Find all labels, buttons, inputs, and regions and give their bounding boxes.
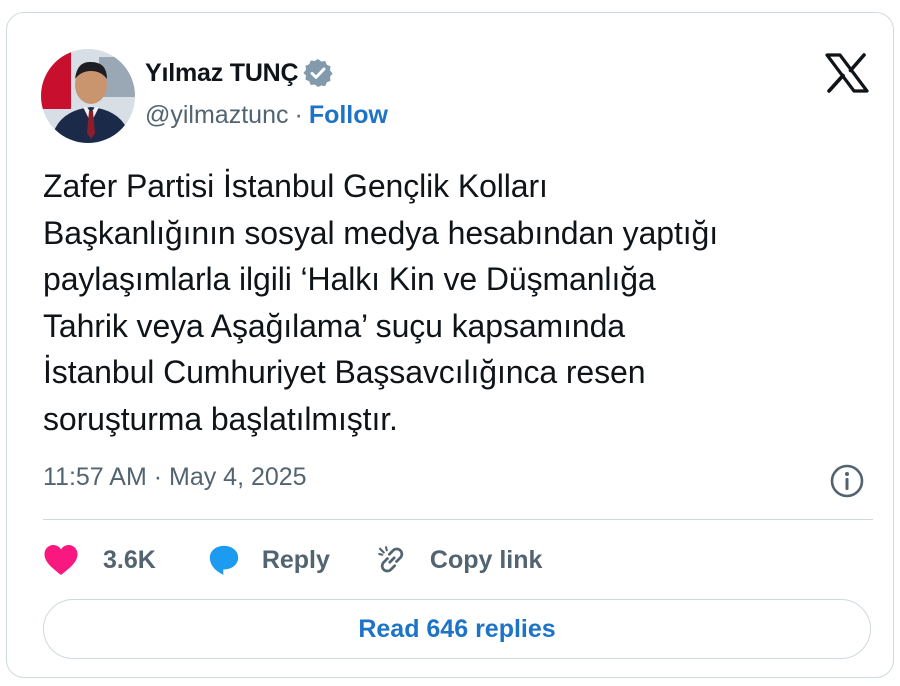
- info-icon[interactable]: [829, 463, 865, 499]
- divider: [43, 519, 873, 520]
- separator-dot: ·: [294, 101, 303, 129]
- link-icon: [378, 546, 404, 573]
- follow-button[interactable]: Follow: [309, 101, 388, 130]
- action-bar: 3.6K Reply Copy link: [43, 538, 542, 582]
- author-name[interactable]: Yılmaz TUNÇ: [145, 59, 299, 88]
- like-button[interactable]: 3.6K: [43, 543, 156, 577]
- author-handle-row: @yilmaztunc · Follow: [145, 101, 388, 130]
- copy-link-label: Copy link: [429, 545, 543, 574]
- tweet-text: Zafer Partisi İstanbul Gençlik Kolları B…: [43, 168, 719, 437]
- avatar-image: [41, 49, 135, 143]
- tweet-card: Yılmaz TUNÇ @yilmaztunc · Follow Zafer P…: [6, 12, 894, 678]
- author-name-row[interactable]: Yılmaz TUNÇ: [145, 57, 334, 89]
- reply-label: Reply: [261, 545, 330, 574]
- author-handle[interactable]: @yilmaztunc: [145, 101, 288, 130]
- verified-badge-icon: [303, 59, 333, 87]
- avatar[interactable]: [41, 49, 135, 143]
- like-count: 3.6K: [103, 545, 156, 574]
- x-logo-icon[interactable]: [825, 53, 869, 93]
- reply-bubble-icon: [209, 545, 238, 575]
- reply-button[interactable]: Reply: [206, 543, 330, 577]
- tweet-timestamp[interactable]: 11:57 AM · May 4, 2025: [43, 463, 307, 492]
- copy-link-button[interactable]: Copy link: [374, 542, 543, 578]
- read-replies-button[interactable]: Read 646 replies: [43, 599, 871, 659]
- heart-icon: [44, 545, 78, 575]
